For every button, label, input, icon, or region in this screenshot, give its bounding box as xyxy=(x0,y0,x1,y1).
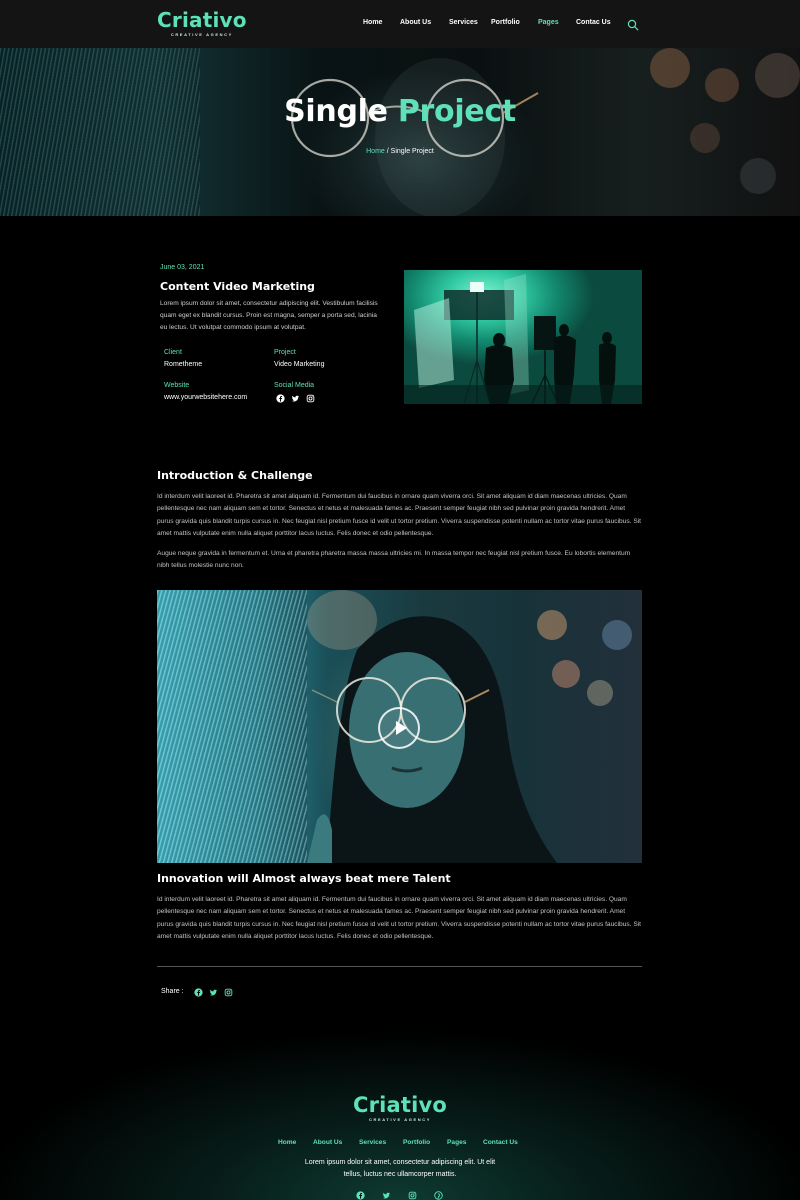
page-title-part2: Project xyxy=(397,94,516,129)
nav-item-services[interactable]: Services xyxy=(449,19,478,26)
share-links xyxy=(194,988,233,997)
studio-scene-graphic xyxy=(404,274,642,404)
project-type-label: Project xyxy=(274,349,296,356)
breadcrumb: Home / Single Project xyxy=(0,148,800,155)
footer-text-content: Lorem ipsum dolor sit amet, consectetur … xyxy=(304,1159,496,1178)
breadcrumb-current: Single Project xyxy=(390,148,434,155)
project-social-links xyxy=(276,394,315,403)
breadcrumb-home-link[interactable]: Home xyxy=(366,148,385,155)
nav-item-about[interactable]: About Us xyxy=(400,19,431,26)
instagram-icon[interactable] xyxy=(408,1191,417,1200)
social-media-label: Social Media xyxy=(274,382,315,389)
intro-paragraph-2: Augue neque gravida in fermentum et. Urn… xyxy=(157,550,631,570)
facebook-icon[interactable] xyxy=(194,988,203,997)
nav-item-home[interactable]: Home xyxy=(363,19,382,26)
footer-nav: Home About Us Services Portfolio Pages C… xyxy=(0,1139,800,1149)
website-label: Website xyxy=(164,382,190,389)
intro-title: Introduction & Challenge xyxy=(157,469,313,482)
footer-nav-pages[interactable]: Pages xyxy=(447,1139,466,1146)
video-play-button[interactable] xyxy=(378,707,420,749)
footer-social-links xyxy=(0,1191,800,1200)
footer-brand-logo[interactable]: Criativo CREATIVE AGENCY xyxy=(0,1094,800,1122)
project-studio-image xyxy=(404,270,642,404)
facebook-icon[interactable] xyxy=(356,1191,365,1200)
innovation-paragraph: Id interdum velit laoreet id. Pharetra s… xyxy=(157,896,642,940)
project-video[interactable] xyxy=(157,590,642,863)
share-label: Share : xyxy=(161,988,184,995)
footer-nav-portfolio[interactable]: Portfolio xyxy=(403,1139,430,1146)
instagram-icon[interactable] xyxy=(224,988,233,997)
pinterest-icon[interactable] xyxy=(434,1191,443,1200)
website-value[interactable]: www.yourwebsitehere.com xyxy=(164,394,247,401)
footer-brand-name: Criativo xyxy=(352,1093,448,1117)
intro-paragraph-1: Id interdum velit laoreet id. Pharetra s… xyxy=(157,493,642,537)
twitter-icon[interactable] xyxy=(209,988,218,997)
search-icon[interactable] xyxy=(627,19,639,31)
project-title: Content Video Marketing xyxy=(160,280,315,293)
footer-nav-contact[interactable]: Contact Us xyxy=(483,1139,518,1146)
content-divider xyxy=(157,966,642,967)
footer-nav-services[interactable]: Services xyxy=(359,1139,386,1146)
nav-item-pages[interactable]: Pages xyxy=(538,19,559,26)
footer-nav-home[interactable]: Home xyxy=(278,1139,296,1146)
footer-text: Lorem ipsum dolor sit amet, consectetur … xyxy=(0,1157,800,1181)
twitter-icon[interactable] xyxy=(382,1191,391,1200)
footer-brand-tagline: CREATIVE AGENCY xyxy=(368,1117,431,1122)
nav-item-contact[interactable]: Contac Us xyxy=(576,19,611,26)
facebook-icon[interactable] xyxy=(276,394,285,403)
main-nav: Home About Us Services Portfolio Pages C… xyxy=(0,19,800,31)
page-title: Single Project xyxy=(0,94,800,129)
nav-item-portfolio[interactable]: Portfolio xyxy=(491,19,520,26)
page-title-part1: Single xyxy=(284,94,388,129)
project-description: Lorem ipsum dolor sit amet, consectetur … xyxy=(160,300,378,331)
twitter-icon[interactable] xyxy=(291,394,300,403)
instagram-icon[interactable] xyxy=(306,394,315,403)
client-value: Rometheme xyxy=(164,361,203,368)
client-label: Client xyxy=(164,349,182,356)
footer-nav-about[interactable]: About Us xyxy=(313,1139,342,1146)
brand-tagline: CREATIVE AGENCY xyxy=(170,32,233,37)
hero-banner: Single Project Home / Single Project xyxy=(0,48,800,216)
project-type-value: Video Marketing xyxy=(274,361,325,368)
site-header: Criativo CREATIVE AGENCY Home About Us S… xyxy=(0,0,800,48)
innovation-title: Innovation will Almost always beat mere … xyxy=(157,872,451,885)
project-date: June 03, 2021 xyxy=(160,264,205,271)
